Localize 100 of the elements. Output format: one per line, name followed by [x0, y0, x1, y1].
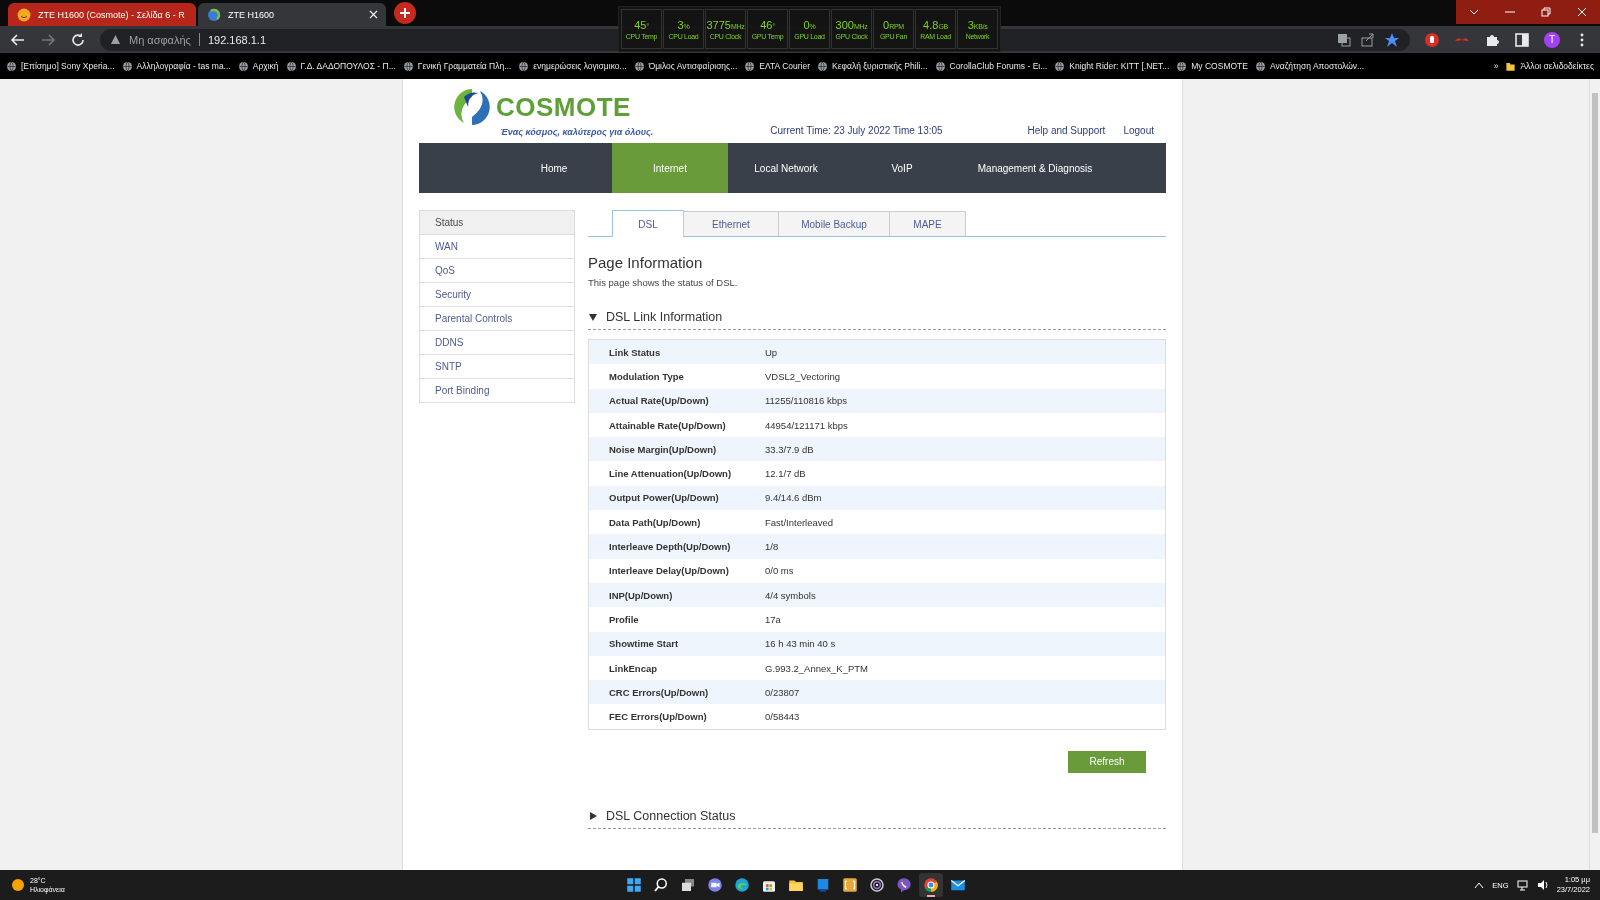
browser-tab[interactable]: ZTE H1600 [198, 3, 386, 26]
bookmark[interactable]: Γενική Γραμματεία Πλη... [417, 61, 512, 71]
sidebar-item[interactable]: QoS [420, 258, 574, 282]
bookmark[interactable]: [Επίσημο] Sony Xperia... [21, 61, 115, 71]
field-value: G.993.2_Annex_K_PTM [765, 662, 868, 674]
bookmark[interactable]: Αναζήτηση Αποστολών... [1269, 61, 1365, 71]
current-time: Current Time: 23 July 2022 Time 13:05 [770, 125, 943, 136]
field-label: Actual Rate(Up/Down) [608, 395, 710, 407]
field-label: Line Attenuation(Up/Down) [608, 468, 733, 480]
field-label: CRC Errors(Up/Down) [608, 686, 710, 698]
sidebar-item[interactable]: Security [420, 282, 574, 306]
sidebar-item[interactable]: DDNS [420, 330, 574, 354]
sub-tab[interactable]: DSL [612, 210, 684, 237]
bookmark[interactable]: Αλληλογραφία - tas ma... [136, 61, 231, 71]
nav-item[interactable]: Home [496, 143, 612, 193]
field-label: Noise Margin(Up/Down) [608, 443, 718, 455]
warning-icon [110, 34, 121, 45]
globe-icon [1054, 60, 1066, 72]
reload-icon[interactable] [70, 31, 86, 48]
sub-tab[interactable]: Mobile Backup [778, 211, 890, 236]
field-value: 17a [765, 613, 781, 625]
folder-icon [1505, 60, 1517, 72]
field-value: 11255/110816 kbps [765, 395, 848, 407]
globe-icon [1176, 60, 1188, 72]
sidebar-item[interactable]: Status [420, 211, 574, 234]
field-value: Fast/Interleaved [765, 516, 834, 528]
bookmark[interactable]: Όμιλος Αντισφαίρισης... [648, 61, 738, 71]
star-icon[interactable] [1384, 31, 1400, 48]
translate-icon[interactable] [1336, 31, 1352, 48]
header-link[interactable]: Help and Support [1027, 125, 1106, 136]
field-value: 44954/121171 kbps [765, 419, 848, 431]
nav-item[interactable]: VoIP [844, 143, 960, 193]
monitor-value: 4.8 [923, 18, 939, 31]
field-label: Output Power(Up/Down) [608, 492, 720, 504]
globe-icon [633, 60, 645, 72]
globe-icon [934, 60, 946, 72]
monitor-value: 0 [883, 18, 890, 31]
share-icon[interactable] [1360, 31, 1376, 48]
field-label: Interleave Depth(Up/Down) [608, 541, 732, 552]
field-label: INP(Up/Down) [608, 589, 674, 601]
bookmark[interactable]: Knight Rider: KITT [.NET... [1069, 61, 1170, 71]
field-label: LinkEncap [608, 662, 659, 674]
field-value: 0/23807 [765, 686, 800, 698]
tagline: Ένας κόσμος, καλύτερος για όλους. [500, 127, 654, 137]
field-label: Interleave Delay(Up/Down) [608, 565, 730, 577]
page-description: This page shows the status of DSL. [588, 277, 739, 288]
monitor-value: 0 [803, 18, 810, 31]
sidebar-item[interactable]: Parental Controls [420, 306, 574, 330]
globe-icon [285, 60, 297, 72]
field-value: 4/4 symbols [765, 589, 816, 601]
globe-icon [402, 60, 414, 72]
field-label: Link Status [608, 346, 662, 358]
taskbar-app-icon[interactable] [919, 873, 943, 897]
section-title[interactable]: DSL Connection Status [606, 808, 736, 823]
caret-down-icon[interactable] [588, 312, 598, 322]
side-panel-icon[interactable] [1514, 31, 1530, 48]
field-value: Up [765, 346, 778, 358]
volume-icon[interactable] [1536, 879, 1549, 891]
monitor-value: 3 [677, 18, 684, 31]
browser-tab[interactable]: ZTE H1600 (Cosmote) - Σελίδα 6 - R [8, 3, 196, 26]
other-bookmarks[interactable]: Άλλοι σελιδοδείκτες [1520, 61, 1594, 71]
globe-icon [206, 6, 222, 23]
nav-item[interactable]: Management & Diagnosis [960, 143, 1110, 193]
profile-avatar[interactable]: T [1544, 31, 1560, 48]
nav-item[interactable]: Local Network [728, 143, 844, 193]
section-title[interactable]: DSL Link Information [606, 310, 723, 324]
sidebar-item[interactable]: WAN [420, 234, 574, 258]
header-link[interactable]: Logout [1123, 125, 1154, 136]
sub-tab[interactable]: MAPE [889, 211, 966, 236]
bookmark[interactable]: ΕΛΤΑ Courier [759, 61, 810, 71]
globe-icon [237, 60, 249, 72]
scrollbar[interactable] [1589, 79, 1600, 870]
page-heading: Page Information [588, 254, 704, 271]
close-icon [1577, 7, 1587, 17]
network-icon[interactable] [1516, 879, 1529, 891]
caret-right-icon[interactable] [588, 810, 598, 821]
globe-icon [518, 60, 530, 72]
new-tab-button[interactable] [394, 2, 416, 24]
sub-tab[interactable]: Ethernet [683, 211, 779, 236]
field-value: 33.3/7.9 dB [765, 443, 814, 455]
forward-icon[interactable] [40, 31, 56, 48]
sidebar-item[interactable]: Port Binding [420, 378, 574, 402]
sidebar-item[interactable]: SNTP [420, 354, 574, 378]
field-value: 0/0 ms [765, 565, 794, 577]
field-value: 1/8 [765, 541, 779, 552]
bookmark[interactable]: Γ.Δ. ΔΑΔΟΠΟΥΛΟΣ - Π... [300, 61, 396, 71]
monitor-value: 3775 [706, 18, 731, 31]
bookmark[interactable]: ενημερώσεις λογισμικο... [533, 61, 627, 71]
bookmark[interactable]: Κεφαλή ξυριστικής Phili... [832, 61, 928, 71]
logo-icon [452, 87, 492, 127]
chevron-up-icon[interactable] [1474, 881, 1485, 889]
globe-icon [121, 60, 133, 72]
back-icon[interactable] [10, 31, 26, 48]
bookmark[interactable]: My COSMOTE [1191, 61, 1248, 71]
bookmark[interactable]: Αρχική [252, 61, 279, 71]
bookmarks-overflow[interactable]: » [1493, 61, 1499, 71]
close-icon[interactable] [369, 10, 378, 19]
bookmark[interactable]: CorollaClub Forums - Ει... [949, 61, 1048, 71]
monitor-value: 3 [967, 18, 974, 31]
monitor-value: 300 [835, 18, 854, 31]
